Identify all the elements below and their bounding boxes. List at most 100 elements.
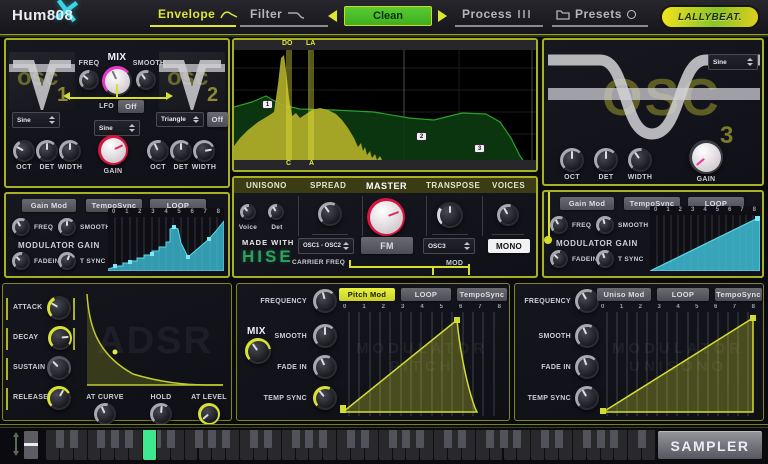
piano-black-key[interactable] [638, 430, 646, 448]
pitch-mix-knob[interactable] [245, 338, 271, 364]
mod-smooth-knob[interactable] [58, 218, 76, 236]
pitch-mod-display[interactable]: 012345678 MODULATOR PITCH [339, 304, 505, 416]
piano-black-key[interactable] [444, 430, 452, 448]
piano-black-key[interactable] [97, 430, 105, 448]
smooth-knob[interactable] [575, 324, 599, 348]
smooth-knob[interactable] [136, 70, 156, 90]
osc2-wave-dropdown[interactable]: Triangle [156, 112, 204, 127]
eq-marker-3[interactable]: 3 [474, 144, 485, 153]
piano-black-key[interactable] [583, 430, 591, 448]
process-button[interactable]: Process [462, 7, 531, 21]
piano-black-key[interactable] [361, 430, 369, 448]
mod-fadein-knob[interactable] [12, 252, 30, 270]
piano-black-key[interactable] [513, 430, 521, 448]
presets-button[interactable]: Presets [556, 7, 636, 21]
osc3-width-knob[interactable] [628, 148, 652, 172]
mod-freq-knob[interactable] [550, 216, 568, 234]
piano-black-key[interactable] [125, 430, 133, 448]
osc1-wave-dropdown[interactable]: Sine [12, 112, 60, 128]
temposync-button[interactable]: TempoSync [457, 288, 507, 301]
piano-black-key[interactable] [389, 430, 397, 448]
spread-knob[interactable] [318, 202, 342, 226]
piano-black-key[interactable] [56, 430, 64, 448]
loop-button[interactable]: LOOP [401, 288, 451, 301]
mod-smooth-knob[interactable] [596, 216, 614, 234]
tab-filter[interactable]: Filter [250, 7, 305, 21]
mod-tsync-knob[interactable] [58, 252, 76, 270]
piano-black-key[interactable] [195, 430, 203, 448]
piano-black-key[interactable] [402, 430, 410, 448]
osc1-width-knob[interactable] [59, 140, 81, 162]
master-volume-knob[interactable] [367, 198, 405, 236]
mod-freq-knob[interactable] [12, 218, 30, 236]
frequency-knob[interactable] [313, 289, 337, 313]
temp-sync-knob[interactable] [575, 386, 599, 410]
eq-marker-2[interactable]: 2 [416, 132, 427, 141]
piano-black-key[interactable] [555, 430, 563, 448]
gain-mod-display[interactable]: 012345678 [650, 206, 760, 272]
piano-black-key[interactable] [250, 430, 258, 448]
piano-black-key[interactable] [208, 430, 216, 448]
hold-knob[interactable] [150, 403, 172, 425]
osc1-oct-knob[interactable] [13, 140, 35, 162]
settings-ring-icon[interactable] [627, 10, 636, 19]
preset-selector[interactable]: Clean [344, 6, 432, 26]
at-curve-knob[interactable] [94, 403, 116, 425]
osc2-off-button[interactable]: Off [207, 112, 228, 127]
gain-mod-button[interactable]: Gain Mod [22, 199, 76, 212]
piano-black-key[interactable] [486, 430, 494, 448]
release-knob[interactable] [47, 386, 71, 410]
osc3-det-knob[interactable] [594, 148, 618, 172]
mod-wheel-slider[interactable] [24, 431, 38, 459]
freq-knob[interactable] [79, 70, 99, 90]
mod-tsync-knob[interactable] [596, 250, 614, 268]
decay-knob[interactable] [48, 326, 72, 350]
spectrum-analyzer-display[interactable] [234, 50, 536, 160]
keyboard-keys[interactable] [46, 430, 656, 460]
piano-black-key[interactable] [319, 430, 327, 448]
osc2-oct-knob[interactable] [147, 140, 169, 162]
piano-black-key[interactable] [264, 430, 272, 448]
uniso-mod-button[interactable]: Uniso Mod [597, 288, 651, 301]
mod-fadein-knob[interactable] [550, 250, 568, 268]
piano-black-key[interactable] [222, 430, 230, 448]
lfo-off-button[interactable]: Off [118, 100, 144, 113]
mono-button[interactable]: MONO [488, 239, 530, 253]
piano-black-key[interactable] [458, 430, 466, 448]
osc2-width-knob[interactable] [193, 140, 215, 162]
piano-black-key[interactable] [292, 430, 300, 448]
carrier-freq-dropdown[interactable]: OSC1 - OSC2 [298, 238, 354, 254]
loop-button[interactable]: LOOP [657, 288, 709, 301]
piano-black-key[interactable] [416, 430, 424, 448]
piano-black-key[interactable] [610, 430, 618, 448]
voice-knob[interactable] [240, 204, 256, 220]
lfo-wave-dropdown[interactable]: Sine [94, 120, 140, 136]
sustain-knob[interactable] [47, 356, 71, 380]
temp-sync-knob[interactable] [313, 386, 337, 410]
piano-black-key[interactable] [347, 430, 355, 448]
fade-in-knob[interactable] [575, 355, 599, 379]
piano-black-key[interactable] [597, 430, 605, 448]
transpose-knob[interactable] [437, 202, 463, 228]
gain-mod-button[interactable]: Gain Mod [560, 197, 614, 210]
eq-marker-1[interactable]: 1 [262, 100, 273, 109]
unisono-mod-display[interactable]: 012345678 MODULATOR UNISONO [597, 304, 759, 416]
osc1-det-knob[interactable] [36, 140, 58, 162]
piano-black-key[interactable] [167, 430, 175, 448]
osc1-waveform-display[interactable]: osc 1 [9, 52, 75, 110]
osc3-oct-knob[interactable] [560, 148, 584, 172]
sampler-button[interactable]: SAMPLER [658, 431, 762, 459]
voices-knob[interactable] [497, 204, 519, 226]
attack-knob[interactable] [47, 296, 71, 320]
piano-black-key[interactable] [541, 430, 549, 448]
gain-mod-display[interactable]: 012345678 [108, 208, 224, 272]
preset-next-button[interactable] [438, 10, 447, 22]
fade-in-knob[interactable] [313, 355, 337, 379]
temposync-button[interactable]: TempoSync [715, 288, 762, 301]
piano-black-key[interactable] [70, 430, 78, 448]
mod-source-dropdown[interactable]: OSC3 [423, 238, 475, 254]
piano-black-key[interactable] [305, 430, 313, 448]
osc3-gain-knob[interactable] [689, 140, 723, 174]
piano-black-key[interactable] [111, 430, 119, 448]
piano-black-key[interactable] [500, 430, 508, 448]
